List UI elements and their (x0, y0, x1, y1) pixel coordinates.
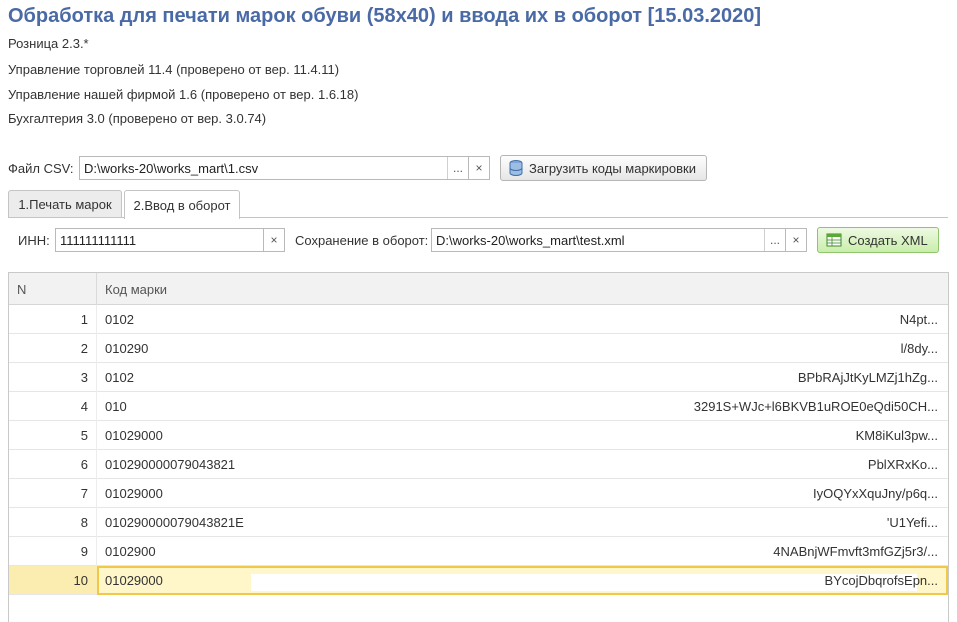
mark-code: 01029000 (105, 428, 163, 443)
info-line-retail: Розница 2.3.* (8, 36, 89, 51)
row-number: 10 (73, 573, 88, 588)
mark-code: 0102 (105, 370, 134, 385)
inn-field[interactable]: 111111111111 (55, 228, 264, 252)
save-file-field[interactable]: D:\works-20\works_mart\test.xml ... (431, 228, 786, 252)
tab-print-marks[interactable]: 1.Печать марок (8, 190, 122, 218)
mark-code-tail: IyOQYxXquJny/p6q... (812, 486, 938, 501)
page-title: Обработка для печати марок обуви (58х40)… (8, 5, 762, 27)
redacted-area (251, 574, 917, 591)
mark-code-tail: 3291S+WJc+l6BKVB1uROE0eQdi50CH... (693, 399, 938, 414)
column-header-code[interactable]: Код марки (105, 282, 167, 297)
row-number: 8 (80, 515, 88, 530)
table-header: N Код марки (9, 273, 948, 305)
row-number: 4 (80, 399, 88, 414)
load-codes-button[interactable]: Загрузить коды маркировки (500, 155, 707, 181)
table-row[interactable]: 1 0102 N4pt... (9, 305, 948, 334)
mark-code-tail: 'U1Yefi... (886, 515, 938, 530)
mark-code-tail: BYcojDbqrofsEpn... (824, 573, 938, 588)
mark-code-tail: l/8dy... (900, 341, 938, 356)
create-xml-button[interactable]: Создать XML (817, 227, 939, 253)
table-row[interactable]: 2 010290 l/8dy... (9, 334, 948, 363)
mark-code: 0102 (105, 312, 134, 327)
cell-separator (96, 479, 97, 508)
selected-cell[interactable] (97, 566, 948, 595)
mark-code: 01029000 (105, 486, 163, 501)
inn-clear-button[interactable]: × (263, 228, 285, 252)
cell-separator (96, 305, 97, 334)
table-row[interactable]: 5 01029000 KM8iKul3pw... (9, 421, 948, 450)
tab-input-circulation[interactable]: 2.Ввод в оборот (124, 190, 240, 219)
row-number: 9 (80, 544, 88, 559)
csv-clear-button[interactable]: × (468, 156, 490, 180)
mark-code-tail: 4NABnjWFmvft3mfGZj5r3/... (773, 544, 938, 559)
table-row[interactable]: 4 010 3291S+WJc+l6BKVB1uROE0eQdi50CH... (9, 392, 948, 421)
mark-code: 010290000079043821 (105, 457, 236, 472)
table-row[interactable]: 3 0102 BPbRAjJtKyLMZj1hZg... (9, 363, 948, 392)
database-icon (509, 160, 523, 176)
inn-value[interactable]: 111111111111 (56, 233, 263, 248)
csv-select-button[interactable]: ... (447, 157, 468, 179)
table-row-selected[interactable]: 10 01029000 BYcojDbqrofsEpn... (9, 566, 948, 595)
info-line-trade: Управление торговлей 11.4 (проверено от … (8, 62, 340, 77)
save-file-value[interactable]: D:\works-20\works_mart\test.xml (432, 233, 764, 248)
cell-separator (96, 421, 97, 450)
create-xml-label: Создать XML (848, 232, 928, 248)
save-select-button[interactable]: ... (764, 229, 785, 251)
mark-code: 0102900 (105, 544, 156, 559)
mark-code: 01029000 (105, 573, 163, 588)
mark-code: 010290 (105, 341, 149, 356)
cell-separator (96, 508, 97, 537)
row-number: 2 (80, 341, 88, 356)
table-row[interactable]: 8 010290000079043821E 'U1Yefi... (9, 508, 948, 537)
save-clear-button[interactable]: × (785, 228, 807, 252)
info-line-company: Управление нашей фирмой 1.6 (проверено о… (8, 87, 359, 102)
row-number: 3 (80, 370, 88, 385)
csv-label: Файл CSV: (8, 161, 74, 176)
column-header-n[interactable]: N (17, 282, 26, 297)
cell-separator (96, 392, 97, 421)
cell-separator (96, 334, 97, 363)
info-line-accounting: Бухгалтерия 3.0 (проверено от вер. 3.0.7… (8, 111, 267, 126)
row-number: 6 (80, 457, 88, 472)
table-row[interactable]: 9 0102900 4NABnjWFmvft3mfGZj5r3/... (9, 537, 948, 566)
save-label: Сохранение в оборот: (295, 233, 429, 248)
inn-label: ИНН: (18, 233, 50, 248)
table-row[interactable]: 7 01029000 IyOQYxXquJny/p6q... (9, 479, 948, 508)
mark-code: 010290000079043821E (105, 515, 244, 530)
mark-code-tail: KM8iKul3pw... (855, 428, 938, 443)
row-number: 1 (80, 312, 88, 327)
mark-code-tail: N4pt... (899, 312, 938, 327)
mark-code: 010 (105, 399, 127, 414)
row-number: 5 (80, 428, 88, 443)
row-number: 7 (80, 486, 88, 501)
table-row[interactable]: 6 010290000079043821 PblXRxKo... (9, 450, 948, 479)
cell-separator (96, 537, 97, 566)
cell-separator (96, 450, 97, 479)
cell-separator (96, 363, 97, 392)
load-codes-label: Загрузить коды маркировки (529, 160, 696, 176)
mark-code-tail: BPbRAjJtKyLMZj1hZg... (797, 370, 938, 385)
marks-table[interactable]: N Код марки 1 0102 N4pt... 2 010290 l/8d… (8, 272, 949, 622)
csv-file-field[interactable]: D:\works-20\works_mart\1.csv ... (79, 156, 469, 180)
spreadsheet-icon (826, 232, 842, 248)
column-separator (96, 273, 97, 305)
csv-file-value[interactable]: D:\works-20\works_mart\1.csv (80, 161, 447, 176)
mark-code-tail: PblXRxKo... (867, 457, 938, 472)
